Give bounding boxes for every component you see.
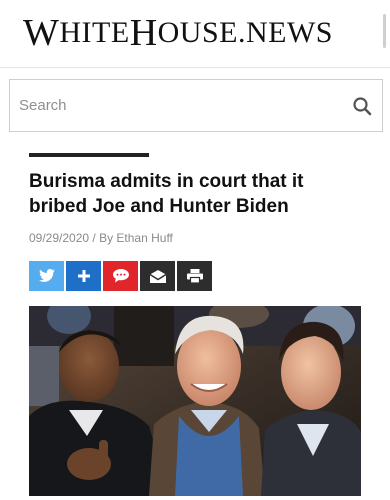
search-icon[interactable]	[352, 96, 372, 116]
printer-icon	[186, 269, 203, 283]
search-input[interactable]	[19, 80, 339, 131]
site-logo[interactable]: W HITE H OUSE.NEWS	[23, 10, 368, 56]
author-link[interactable]: Ethan Huff	[116, 231, 172, 245]
comment-icon	[112, 269, 129, 283]
site-header: W HITE H OUSE.NEWS	[0, 0, 390, 68]
comment-share-button[interactable]	[103, 261, 138, 291]
article-title: Burisma admits in court that it bribed J…	[29, 171, 304, 217]
article-photo	[29, 306, 361, 496]
scrollbar[interactable]	[383, 14, 386, 48]
print-share-button[interactable]	[177, 261, 212, 291]
email-share-button[interactable]	[140, 261, 175, 291]
logo-text-ouse: OUSE.NEWS	[157, 16, 333, 49]
photo-illustration	[29, 306, 361, 496]
share-buttons	[29, 261, 214, 291]
logo-letter-h: H	[129, 12, 158, 54]
search-bar	[9, 79, 383, 132]
envelope-icon	[149, 269, 166, 283]
twitter-icon	[38, 269, 55, 282]
title-accent-bar	[29, 153, 149, 157]
article-byline: 09/29/2020 / By Ethan Huff	[29, 231, 173, 245]
twitter-share-button[interactable]	[29, 261, 64, 291]
logo-letter-w: W	[23, 12, 60, 54]
plus-icon	[77, 270, 90, 282]
article-date: 09/29/2020	[29, 231, 90, 245]
byline-separator: / By	[89, 231, 117, 245]
plus-share-button[interactable]	[66, 261, 101, 291]
logo-text-hite: HITE	[59, 16, 130, 49]
